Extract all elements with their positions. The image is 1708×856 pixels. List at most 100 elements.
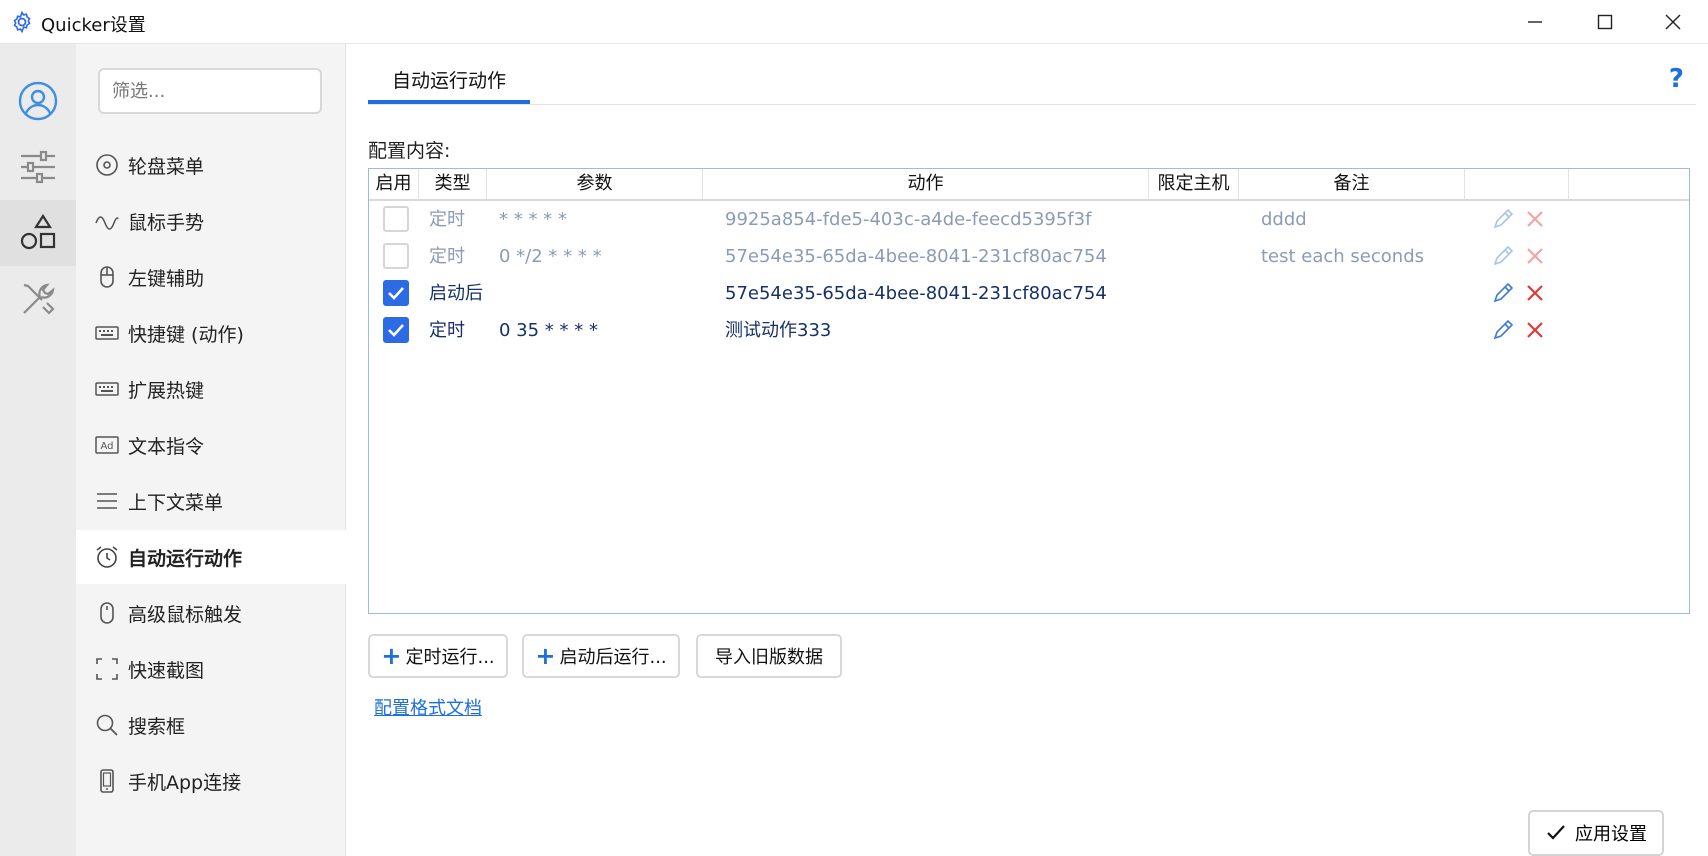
nav-item-label: 快速截图 bbox=[128, 659, 205, 682]
cell-action: 57e54e35-65da-4bee-8041-231cf80ac754 bbox=[725, 246, 1107, 267]
mouse-icon bbox=[94, 600, 120, 626]
delete-icon[interactable] bbox=[1523, 207, 1547, 231]
nav-item-label: 文本指令 bbox=[128, 435, 205, 458]
nav-item-extended-hotkey[interactable]: 扩展热键 bbox=[76, 362, 346, 416]
edit-icon[interactable] bbox=[1491, 318, 1515, 342]
table-row[interactable]: 定时 0 */2 * * * * 57e54e35-65da-4bee-8041… bbox=[369, 238, 1689, 275]
nav-item-auto-run-action[interactable]: 自动运行动作 bbox=[76, 530, 346, 584]
plus-icon: + bbox=[535, 642, 556, 670]
cell-note: test each seconds bbox=[1261, 246, 1424, 267]
nav-item-quick-screenshot[interactable]: 快速截图 bbox=[76, 642, 346, 696]
alarm-clock-icon bbox=[94, 544, 120, 570]
nav-item-mouse-gesture[interactable]: 鼠标手势 bbox=[76, 194, 346, 248]
sliders-icon bbox=[21, 150, 55, 184]
circle-dot-icon bbox=[94, 152, 120, 178]
nav-item-label: 搜索框 bbox=[128, 715, 186, 738]
auto-run-table: 启用 类型 参数 动作 限定主机 备注 定时 * * * * * 9925a85… bbox=[368, 168, 1690, 614]
tab-auto-run[interactable]: 自动运行动作 bbox=[368, 66, 530, 104]
delete-icon[interactable] bbox=[1523, 244, 1547, 268]
minimize-button[interactable] bbox=[1500, 0, 1570, 44]
column-header-type[interactable]: 类型 bbox=[419, 169, 487, 199]
wave-icon bbox=[94, 208, 120, 234]
tools-icon bbox=[23, 283, 55, 315]
nav-item-label: 上下文菜单 bbox=[128, 491, 224, 514]
check-icon bbox=[388, 324, 404, 337]
nav-item-search-box[interactable]: 搜索框 bbox=[76, 698, 346, 752]
cell-action: 9925a854-fde5-403c-a4de-feecd5395f3f bbox=[725, 209, 1092, 230]
cell-params: * * * * * bbox=[499, 209, 567, 230]
close-button[interactable] bbox=[1638, 0, 1708, 44]
search-icon bbox=[94, 712, 120, 738]
import-old-label: 导入旧版数据 bbox=[715, 647, 823, 668]
cell-action: 测试动作333 bbox=[725, 320, 832, 341]
table-row[interactable]: 定时 * * * * * 9925a854-fde5-403c-a4de-fee… bbox=[369, 201, 1689, 238]
edit-icon[interactable] bbox=[1491, 207, 1515, 231]
nav-item-phone-app[interactable]: 手机App连接 bbox=[76, 754, 346, 808]
delete-icon[interactable] bbox=[1523, 281, 1547, 305]
check-icon bbox=[388, 287, 404, 300]
add-startup-button[interactable]: + 启动后运行... bbox=[522, 634, 680, 678]
user-icon bbox=[18, 81, 58, 121]
add-timer-button[interactable]: + 定时运行... bbox=[368, 634, 508, 678]
keyboard-icon bbox=[94, 320, 120, 346]
mouse-icon bbox=[94, 264, 120, 290]
column-header-params[interactable]: 参数 bbox=[487, 169, 703, 199]
column-header-host[interactable]: 限定主机 bbox=[1149, 169, 1239, 199]
phone-icon bbox=[94, 768, 120, 794]
nav-item-label: 轮盘菜单 bbox=[128, 155, 205, 178]
cell-note: dddd bbox=[1261, 209, 1307, 230]
delete-icon[interactable] bbox=[1523, 318, 1547, 342]
table-row[interactable]: 启动后 57e54e35-65da-4bee-8041-231cf80ac754 bbox=[369, 275, 1689, 312]
table-row[interactable]: 定时 0 35 * * * * 测试动作333 bbox=[369, 312, 1689, 349]
edit-icon[interactable] bbox=[1491, 244, 1515, 268]
help-button[interactable]: ? bbox=[1669, 64, 1684, 94]
nav-item-label: 高级鼠标触发 bbox=[128, 603, 243, 626]
cell-type: 定时 bbox=[429, 246, 465, 267]
enable-checkbox[interactable] bbox=[383, 280, 409, 306]
filter-input[interactable] bbox=[98, 68, 322, 114]
rail-tools[interactable] bbox=[0, 266, 76, 332]
column-header-action[interactable]: 动作 bbox=[703, 169, 1149, 199]
ad-text-icon: Ad bbox=[94, 432, 120, 458]
rail-settings[interactable] bbox=[0, 134, 76, 200]
enable-checkbox[interactable] bbox=[383, 243, 409, 269]
maximize-icon bbox=[1597, 14, 1613, 30]
enable-checkbox[interactable] bbox=[383, 317, 409, 343]
nav-item-shortcut-action[interactable]: 快捷键 (动作) bbox=[76, 306, 346, 360]
nav-item-left-click-assist[interactable]: 左键辅助 bbox=[76, 250, 346, 304]
edit-icon[interactable] bbox=[1491, 281, 1515, 305]
config-format-doc-link[interactable]: 配置格式文档 bbox=[374, 694, 482, 720]
nav-item-label: 左键辅助 bbox=[128, 267, 205, 290]
rail-user[interactable] bbox=[0, 68, 76, 134]
plus-icon: + bbox=[381, 642, 402, 670]
settings-nav: 轮盘菜单 鼠标手势 左键辅助 快捷键 (动作) 扩展热键 Ad 文本指令 上下文… bbox=[76, 44, 346, 856]
column-header-note[interactable]: 备注 bbox=[1239, 169, 1465, 199]
minimize-icon bbox=[1528, 21, 1542, 23]
nav-item-context-menu[interactable]: 上下文菜单 bbox=[76, 474, 346, 528]
nav-item-advanced-mouse[interactable]: 高级鼠标触发 bbox=[76, 586, 346, 640]
column-header-enabled[interactable]: 启用 bbox=[369, 169, 419, 199]
cell-params: 0 */2 * * * * bbox=[499, 246, 602, 267]
screenshot-icon bbox=[94, 656, 120, 682]
title-bar: Quicker设置 bbox=[0, 0, 1708, 44]
nav-item-label: 手机App连接 bbox=[128, 771, 242, 794]
nav-item-text-command[interactable]: Ad 文本指令 bbox=[76, 418, 346, 472]
rail-shapes[interactable] bbox=[0, 200, 76, 266]
gear-icon bbox=[13, 10, 31, 34]
nav-item-wheel-menu[interactable]: 轮盘菜单 bbox=[76, 138, 346, 192]
apply-settings-button[interactable]: 应用设置 bbox=[1528, 810, 1664, 856]
window-title: Quicker设置 bbox=[41, 15, 146, 36]
apply-label: 应用设置 bbox=[1575, 824, 1647, 845]
category-rail bbox=[0, 44, 76, 856]
nav-item-label: 快捷键 (动作) bbox=[128, 323, 244, 346]
import-old-data-button[interactable]: 导入旧版数据 bbox=[696, 634, 842, 678]
enable-checkbox[interactable] bbox=[383, 206, 409, 232]
maximize-button[interactable] bbox=[1570, 0, 1640, 44]
check-icon bbox=[1547, 825, 1565, 840]
cell-type: 定时 bbox=[429, 320, 465, 341]
svg-text:Ad: Ad bbox=[100, 441, 113, 452]
cell-type: 定时 bbox=[429, 209, 465, 230]
nav-item-label: 鼠标手势 bbox=[128, 211, 205, 234]
menu-lines-icon bbox=[94, 488, 120, 514]
main-panel: 自动运行动作 ? 配置内容: 启用 类型 参数 动作 限定主机 备注 定时 * … bbox=[346, 44, 1708, 856]
